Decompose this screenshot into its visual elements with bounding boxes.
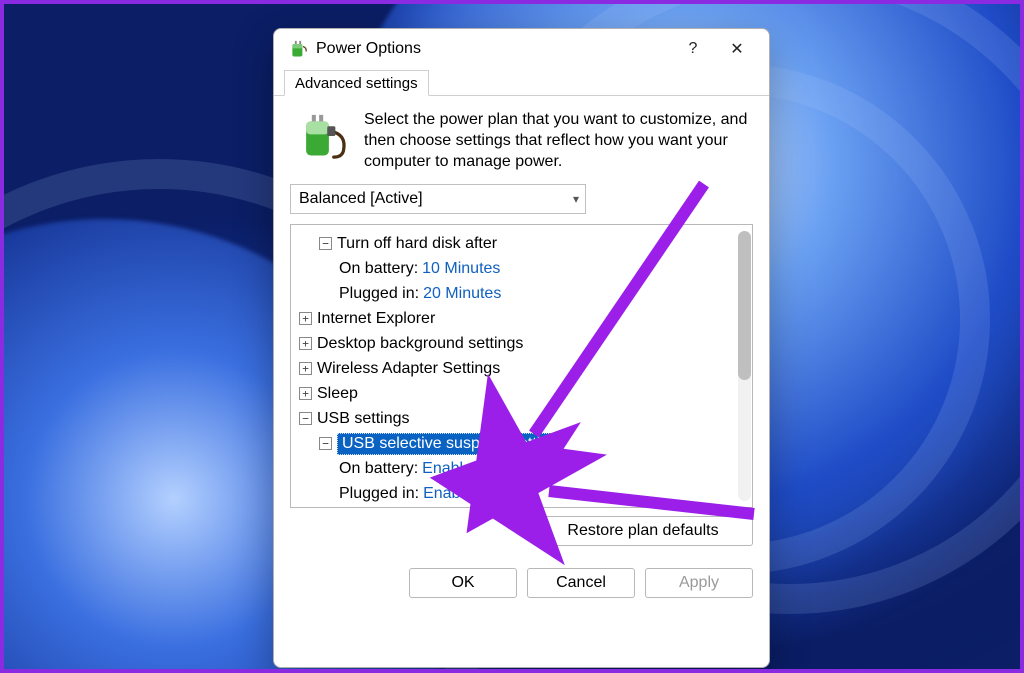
restore-plan-defaults-button[interactable]: Restore plan defaults [533, 516, 753, 546]
tree-item-hard-disk-on-battery[interactable]: On battery: 10 Minutes [299, 256, 736, 281]
tree-item-usb-settings[interactable]: USB settings [299, 406, 736, 431]
settings-tree: Turn off hard disk after On battery: 10 … [290, 224, 753, 508]
tree-item-usb-selective-suspend[interactable]: USB selective suspend setting [299, 431, 736, 456]
apply-button[interactable]: Apply [645, 568, 753, 598]
expand-icon[interactable] [299, 312, 312, 325]
power-options-icon [288, 39, 308, 59]
tab-advanced-settings[interactable]: Advanced settings [284, 70, 429, 96]
tree-item-desktop-background[interactable]: Desktop background settings [299, 331, 736, 356]
tree-item-usb-ss-plugged-in[interactable]: Plugged in: Enabled [299, 481, 736, 506]
expand-icon[interactable] [299, 362, 312, 375]
tree-scrollbar[interactable] [738, 231, 751, 501]
expand-icon[interactable] [299, 337, 312, 350]
close-icon: ✕ [730, 39, 743, 59]
intro-text: Select the power plan that you want to c… [364, 110, 749, 172]
selected-tree-label: USB selective suspend setting [337, 433, 563, 455]
power-plan-selected: Balanced [Active] [299, 190, 423, 208]
tree-item-hard-disk-plugged-in[interactable]: Plugged in: 20 Minutes [299, 281, 736, 306]
chevron-down-icon: ▾ [573, 192, 579, 206]
tree-item-internet-explorer[interactable]: Internet Explorer [299, 306, 736, 331]
titlebar: Power Options ? ✕ [274, 29, 769, 69]
collapse-icon[interactable] [319, 237, 332, 250]
battery-plug-icon [298, 110, 350, 162]
expand-icon[interactable] [299, 387, 312, 400]
help-icon: ? [689, 40, 698, 58]
scroll-thumb[interactable] [738, 231, 751, 380]
cancel-button[interactable]: Cancel [527, 568, 635, 598]
tree-item-sleep[interactable]: Sleep [299, 381, 736, 406]
tab-strip: Advanced settings [274, 69, 769, 96]
collapse-icon[interactable] [319, 437, 332, 450]
tree-item-hard-disk[interactable]: Turn off hard disk after [299, 231, 736, 256]
power-options-dialog: Power Options ? ✕ Advanced settings [273, 28, 770, 668]
power-plan-select[interactable]: Balanced [Active] ▾ [290, 184, 586, 214]
close-button[interactable]: ✕ [715, 33, 759, 65]
window-title: Power Options [316, 40, 671, 58]
tree-item-intel-graphics[interactable]: Intel(R) Graphics Settings [299, 506, 736, 507]
tree-item-usb-ss-on-battery[interactable]: On battery: Enabled [299, 456, 736, 481]
help-button[interactable]: ? [671, 33, 715, 65]
ok-button[interactable]: OK [409, 568, 517, 598]
tree-item-wireless-adapter[interactable]: Wireless Adapter Settings [299, 356, 736, 381]
collapse-icon[interactable] [299, 412, 312, 425]
